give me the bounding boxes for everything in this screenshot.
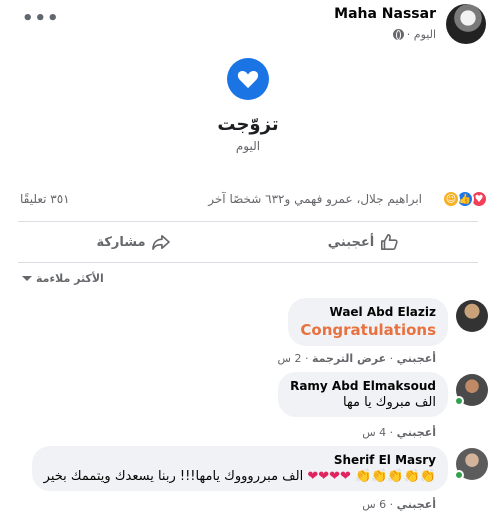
- comment-text: 👏👏👏👏👏 ❤❤❤❤ الف مبرروووك يامها!!! ربنا يس…: [44, 469, 436, 484]
- commenter-name[interactable]: Wael Abd Elaziz: [300, 305, 436, 319]
- comment-time[interactable]: 2 س: [278, 352, 302, 365]
- chevron-down-icon: [22, 276, 32, 281]
- post-meta: اليوم ·: [392, 28, 436, 41]
- event-title: تزوّجت: [217, 114, 279, 135]
- share-button[interactable]: مشاركة: [18, 222, 248, 262]
- comment-bubble: Sherif El Masry 👏👏👏👏👏 ❤❤❤❤ الف مبرروووك …: [31, 446, 448, 491]
- comment-sort-dropdown[interactable]: الأكثر ملاءمة: [22, 272, 104, 285]
- comment-like-link[interactable]: أعجبني: [397, 426, 436, 439]
- care-reaction-icon: ☺: [442, 190, 460, 208]
- comment-meta: أعجبني · 4 س: [362, 426, 436, 439]
- post-action-bar: مشاركة أعجبني: [18, 221, 478, 263]
- post-header: Maha Nassar اليوم · •••: [0, 0, 496, 56]
- comment-meta: أعجبني · عرض الترجمة · 2 س: [277, 352, 436, 365]
- online-status-indicator: [454, 470, 464, 480]
- comment-time[interactable]: 4 س: [362, 426, 386, 439]
- thumbs-up-icon: [381, 233, 398, 251]
- comment: Ramy Abd Elmaksoud الف مبروك يا مها أعجب…: [8, 372, 488, 444]
- life-event: تزوّجت اليوم: [0, 58, 496, 153]
- author-avatar[interactable]: [446, 4, 486, 44]
- comment-text: الف مبروك يا مها: [343, 395, 436, 410]
- comment-text-body: الف مبرروووك يامها!!! ربنا يسعدك ويتممك …: [43, 469, 304, 484]
- share-label: مشاركة: [96, 234, 146, 250]
- comment-count[interactable]: ٣٥١ تعليقًا: [20, 192, 70, 206]
- comment-bubble: Wael Abd Elaziz Congratulations: [288, 298, 448, 346]
- post-time[interactable]: اليوم ·: [407, 28, 436, 41]
- comment-text: Congratulations: [300, 321, 436, 339]
- like-label: أعجبني: [327, 234, 375, 250]
- heart-emoji: ❤❤❤❤: [307, 469, 351, 484]
- commenter-avatar[interactable]: [456, 300, 488, 332]
- like-button[interactable]: أعجبني: [248, 222, 478, 262]
- reaction-icons[interactable]: ♥ 👍 ☺: [442, 190, 488, 208]
- event-date: اليوم: [235, 139, 261, 153]
- globe-icon: [392, 29, 404, 40]
- clap-emoji: 👏👏👏👏👏: [355, 469, 436, 484]
- commenter-name[interactable]: Sherif El Masry: [44, 453, 436, 467]
- comment: Sherif El Masry 👏👏👏👏👏 ❤❤❤❤ الف مبرروووك …: [8, 446, 488, 514]
- comment-time[interactable]: 6 س: [362, 498, 386, 511]
- comment-meta: أعجبني · 6 س: [362, 498, 436, 511]
- comment-like-link[interactable]: أعجبني: [397, 498, 436, 511]
- reactions-summary: ♥ 👍 ☺ ابراهيم جلال، عمرو فهمي و٦٣٢ شخصًا…: [0, 190, 496, 210]
- share-icon: [151, 234, 170, 250]
- sort-label: الأكثر ملاءمة: [36, 272, 104, 285]
- reaction-names[interactable]: ابراهيم جلال، عمرو فهمي و٦٣٢ شخصًا آخر: [208, 192, 422, 206]
- see-translation-link[interactable]: عرض الترجمة: [312, 352, 386, 365]
- comment: Wael Abd Elaziz Congratulations أعجبني ·…: [8, 298, 488, 370]
- more-options-button[interactable]: •••: [22, 8, 60, 29]
- heart-icon: [227, 58, 269, 100]
- commenter-name[interactable]: Ramy Abd Elmaksoud: [290, 379, 436, 393]
- comment-like-link[interactable]: أعجبني: [397, 352, 436, 365]
- online-status-indicator: [454, 396, 464, 406]
- comment-bubble: Ramy Abd Elmaksoud الف مبروك يا مها: [278, 372, 448, 417]
- author-name[interactable]: Maha Nassar: [334, 6, 436, 22]
